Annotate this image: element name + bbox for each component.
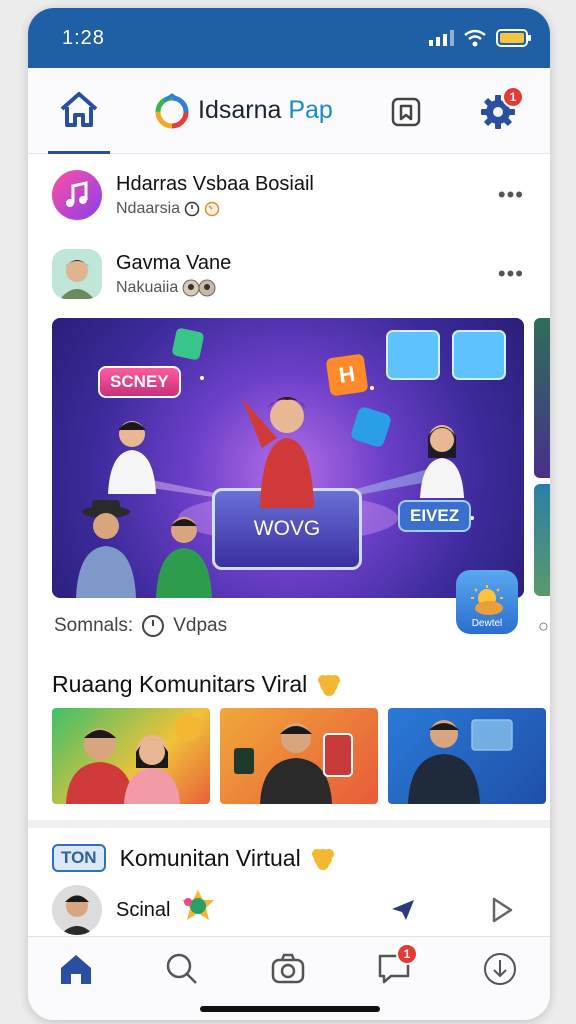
caption-left: Somnals: <box>54 615 134 636</box>
banner-green-cube <box>171 327 205 361</box>
avatar <box>52 249 102 299</box>
feed-row-1[interactable]: Hdarras Vsbaa Bosiail Ndaarsia ••• <box>28 163 550 227</box>
section-title-viral: Ruaang Komunitars Viral <box>52 670 343 698</box>
more-options-icon[interactable]: ••• <box>498 182 524 208</box>
banner-tag-left: SCNEY <box>98 366 181 398</box>
wifi-icon <box>464 29 486 47</box>
app-header: Idsarna Pap 1 <box>28 68 550 154</box>
nav-camera[interactable] <box>268 949 308 989</box>
feed-row-2[interactable]: Gavma Vane Nakuaiia ••• <box>28 242 550 306</box>
friends-icon <box>182 279 216 296</box>
clock-icon <box>142 615 165 637</box>
video-tile-2 <box>452 330 506 380</box>
home-tab[interactable] <box>48 68 110 154</box>
row-subtitle: Ndaarsia <box>116 199 181 217</box>
ton-badge: TON <box>52 844 106 872</box>
brand-name: Idsarna Pap <box>198 96 333 125</box>
messages-badge: 1 <box>396 943 418 965</box>
next-card-peek <box>534 318 550 478</box>
community-thumbnails <box>52 708 550 804</box>
post-author: Scinal <box>116 898 171 921</box>
battery-icon <box>496 29 531 47</box>
home-icon <box>60 92 98 127</box>
star-burst-icon <box>318 675 341 696</box>
weather-widget[interactable]: Dewtel <box>456 570 518 634</box>
notification-badge: 1 <box>502 86 524 108</box>
weather-label: Dewtel <box>471 618 503 629</box>
brand-name-part2: Pap <box>288 96 333 124</box>
bookmark-button[interactable] <box>384 90 428 134</box>
person-left-bottom <box>76 500 136 598</box>
send-icon[interactable] <box>390 898 416 922</box>
phone-screen: 1:28 Idsarna Pap 1 Hdarras Vsbaa Bosiail <box>28 8 550 1020</box>
nav-home[interactable] <box>56 949 96 989</box>
sun-cloud-icon <box>471 585 503 615</box>
community-thumb-2[interactable] <box>220 708 378 804</box>
status-time: 1:28 <box>62 26 105 49</box>
timer-icon <box>204 201 220 216</box>
banner-caption: Somnals: Vdpas <box>54 614 227 638</box>
post-row[interactable]: Scinal <box>28 882 550 938</box>
person-left-top <box>108 421 156 494</box>
signal-icon <box>429 30 454 46</box>
row-title: Gavma Vane <box>116 251 232 274</box>
video-tile-1 <box>386 330 440 380</box>
row-subtitle: Nakuaiia <box>116 278 179 296</box>
music-app-icon <box>52 170 102 220</box>
brand: Idsarna Pap <box>154 92 333 129</box>
download-icon <box>484 953 516 985</box>
brand-name-part1: Idsarna <box>198 96 282 124</box>
award-badge-icon <box>182 890 215 920</box>
podium-label: WOVG <box>253 517 321 540</box>
avatar <box>52 885 102 935</box>
section-title-text: Komunitan Virtual <box>119 844 301 871</box>
person-right <box>420 425 464 498</box>
home-icon <box>61 955 91 984</box>
nav-messages[interactable]: 1 <box>374 943 418 989</box>
clock-icon <box>184 201 200 216</box>
play-icon[interactable] <box>490 896 514 924</box>
community-thumb-1[interactable] <box>52 708 210 804</box>
section-title-virtual: TON Komunitan Virtual <box>52 844 337 872</box>
community-thumb-3[interactable] <box>388 708 546 804</box>
camera-icon <box>271 953 305 984</box>
person-middle-bottom <box>156 517 212 598</box>
person-center <box>242 397 314 508</box>
more-options-icon[interactable]: ••• <box>498 261 524 287</box>
search-icon <box>166 953 197 984</box>
status-bar: 1:28 <box>28 8 550 68</box>
nav-download[interactable] <box>480 949 520 989</box>
app-logo-icon <box>155 92 189 128</box>
row-title: Hdarras Vsbaa Bosiail <box>116 172 314 195</box>
section-divider <box>28 820 550 828</box>
bookmark-icon <box>391 97 421 127</box>
caption-right: Vdpas <box>173 615 228 636</box>
search-icon: ○ <box>538 616 549 636</box>
star-burst-icon <box>311 849 334 870</box>
nav-search[interactable] <box>162 949 202 989</box>
banner-tag-right: EIVEZ <box>398 500 472 532</box>
system-icons <box>428 29 532 47</box>
next-card-peek <box>534 484 550 596</box>
featured-banner[interactable]: SCNEY EIVEZ H WOVG <box>52 318 524 598</box>
home-indicator <box>200 1006 380 1012</box>
settings-button[interactable]: 1 <box>476 86 524 134</box>
section-title-text: Ruaang Komunitars Viral <box>52 670 308 697</box>
